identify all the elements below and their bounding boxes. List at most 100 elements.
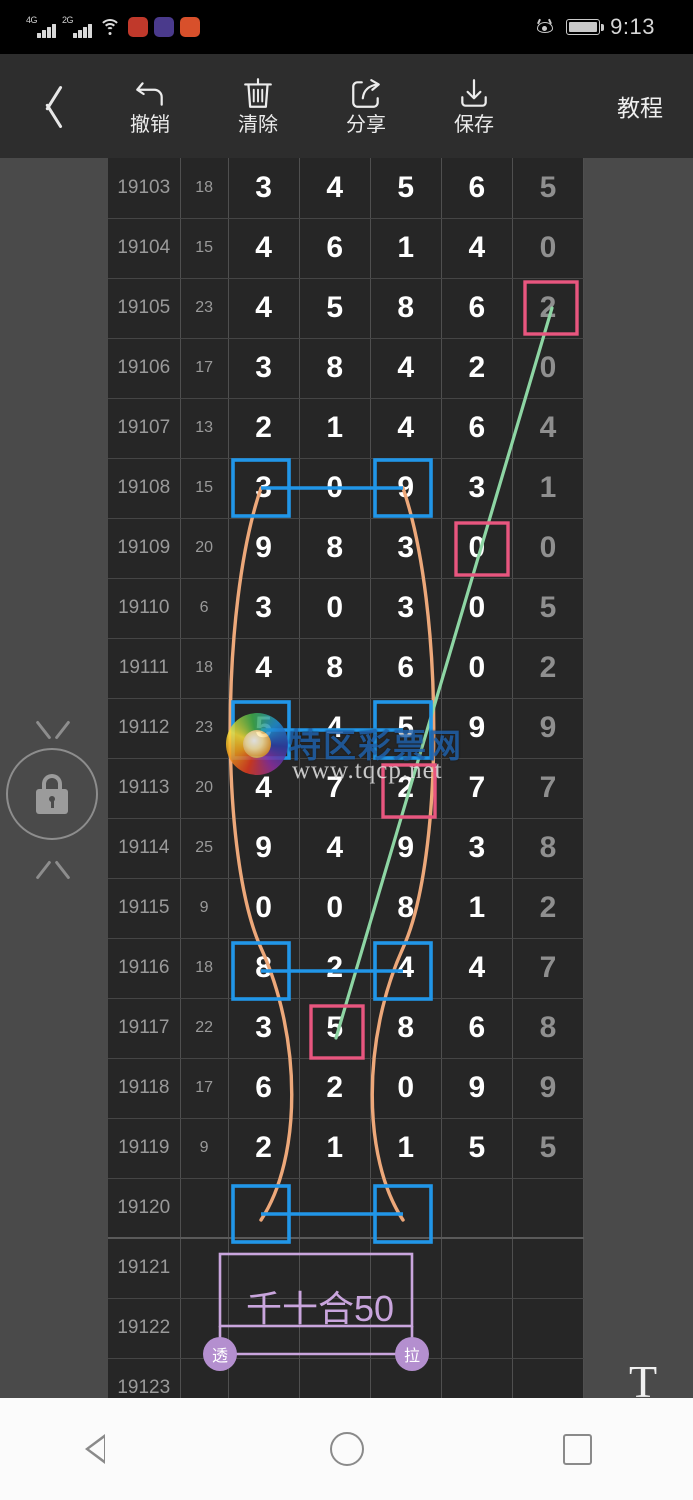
lock-button[interactable] — [6, 748, 98, 840]
table-row[interactable]: 19118 17 6 2 0 9 9 — [108, 1058, 584, 1119]
cell-digit[interactable]: 4 — [370, 398, 442, 459]
cell-digit[interactable]: 4 — [370, 938, 442, 999]
table-row[interactable]: 19115 9 0 0 8 1 2 — [108, 878, 584, 939]
cell-digit[interactable]: 6 — [228, 1058, 300, 1119]
cell-digit[interactable] — [441, 1358, 513, 1398]
cell-digit[interactable]: 7 — [441, 758, 513, 819]
cell-digit[interactable]: 0 — [299, 578, 371, 639]
cell-digit[interactable]: 8 — [299, 338, 371, 399]
table-row[interactable]: 19110 6 3 0 3 0 5 — [108, 578, 584, 639]
cell-digit[interactable]: 8 — [299, 518, 371, 579]
cell-digit[interactable]: 6 — [299, 218, 371, 279]
cell-digit-last[interactable]: 5 — [512, 158, 584, 219]
cell-digit[interactable]: 4 — [370, 338, 442, 399]
cell-digit-last[interactable]: 0 — [512, 218, 584, 279]
cell-digit[interactable]: 3 — [441, 818, 513, 879]
tutorial-button[interactable]: 教程 — [617, 89, 663, 123]
cell-digit-last[interactable]: 8 — [512, 818, 584, 879]
cell-digit[interactable]: 5 — [370, 158, 442, 219]
cell-digit[interactable]: 9 — [228, 818, 300, 879]
save-button[interactable]: 保存 — [420, 54, 528, 158]
cell-digit[interactable]: 8 — [299, 638, 371, 699]
undo-button[interactable]: 撤销 — [96, 54, 204, 158]
cell-digit[interactable]: 8 — [370, 878, 442, 939]
cell-digit-last[interactable]: 4 — [512, 398, 584, 459]
cell-digit[interactable]: 0 — [441, 578, 513, 639]
cell-digit[interactable] — [228, 1358, 300, 1398]
cell-digit[interactable]: 4 — [299, 698, 371, 759]
cell-digit[interactable]: 0 — [370, 1058, 442, 1119]
cell-digit[interactable]: 3 — [228, 158, 300, 219]
cell-digit[interactable]: 1 — [441, 878, 513, 939]
cell-digit-last[interactable] — [512, 1358, 584, 1398]
cell-digit[interactable]: 8 — [370, 278, 442, 339]
cell-digit-last[interactable] — [512, 1178, 584, 1239]
table-row[interactable]: 19103 18 3 4 5 6 5 — [108, 158, 584, 219]
cell-digit[interactable]: 9 — [370, 818, 442, 879]
cell-digit[interactable]: 2 — [299, 938, 371, 999]
nav-back-button[interactable] — [66, 1414, 166, 1484]
cell-digit[interactable]: 5 — [299, 998, 371, 1059]
cell-digit[interactable]: 3 — [228, 998, 300, 1059]
cell-digit[interactable]: 9 — [228, 518, 300, 579]
cell-digit[interactable]: 5 — [299, 278, 371, 339]
cell-digit[interactable]: 0 — [441, 518, 513, 579]
cell-digit[interactable]: 9 — [370, 458, 442, 519]
cell-digit[interactable]: 0 — [441, 638, 513, 699]
cell-digit[interactable] — [441, 1298, 513, 1359]
cell-digit-last[interactable] — [512, 1238, 584, 1299]
cell-digit[interactable]: 6 — [441, 398, 513, 459]
table-row[interactable]: 19113 20 4 7 2 7 7 — [108, 758, 584, 819]
lottery-grid[interactable]: 19103 18 3 4 5 6 5 19104 15 4 6 1 4 0 19105 23 4 5 8 6 2 1910… — [108, 158, 584, 1398]
table-row[interactable]: 19120 — [108, 1178, 584, 1239]
cell-digit[interactable]: 9 — [441, 698, 513, 759]
scroll-up-button[interactable] — [18, 710, 88, 740]
cell-digit[interactable]: 4 — [441, 938, 513, 999]
cell-digit-last[interactable]: 1 — [512, 458, 584, 519]
cell-digit[interactable]: 5 — [228, 698, 300, 759]
cell-digit[interactable]: 9 — [441, 1058, 513, 1119]
annotation-handle-left[interactable]: 透 — [203, 1337, 237, 1371]
cell-digit[interactable]: 4 — [299, 818, 371, 879]
cell-digit[interactable]: 4 — [228, 278, 300, 339]
cell-digit[interactable]: 2 — [228, 1118, 300, 1179]
cell-digit[interactable]: 1 — [299, 1118, 371, 1179]
cell-digit[interactable]: 3 — [370, 518, 442, 579]
scroll-down-button[interactable] — [18, 850, 88, 880]
table-row[interactable]: 19108 15 3 0 9 3 1 — [108, 458, 584, 519]
table-row[interactable]: 19119 9 2 1 1 5 5 — [108, 1118, 584, 1179]
cell-digit[interactable]: 3 — [228, 458, 300, 519]
table-row[interactable]: 19106 17 3 8 4 2 0 — [108, 338, 584, 399]
cell-digit[interactable] — [299, 1358, 371, 1398]
cell-digit[interactable]: 2 — [299, 1058, 371, 1119]
cell-digit[interactable]: 1 — [299, 398, 371, 459]
cell-digit[interactable]: 4 — [441, 218, 513, 279]
annotation-handle-right[interactable]: 拉 — [395, 1337, 429, 1371]
cell-digit[interactable]: 6 — [370, 638, 442, 699]
cell-digit[interactable]: 3 — [441, 458, 513, 519]
cell-digit[interactable] — [441, 1178, 513, 1239]
cell-digit[interactable] — [228, 1178, 300, 1239]
table-row[interactable]: 19123 — [108, 1358, 584, 1398]
cell-digit[interactable]: 8 — [370, 998, 442, 1059]
cell-digit-last[interactable]: 5 — [512, 578, 584, 639]
cell-digit[interactable] — [441, 1238, 513, 1299]
share-button[interactable]: 分享 — [312, 54, 420, 158]
table-row[interactable]: 19109 20 9 8 3 0 0 — [108, 518, 584, 579]
table-row[interactable]: 19107 13 2 1 4 6 4 — [108, 398, 584, 459]
cell-digit-last[interactable]: 2 — [512, 878, 584, 939]
cell-digit[interactable]: 1 — [370, 218, 442, 279]
cell-digit[interactable]: 2 — [441, 338, 513, 399]
cell-digit[interactable]: 0 — [299, 458, 371, 519]
cell-digit-last[interactable]: 0 — [512, 338, 584, 399]
cell-digit[interactable]: 3 — [228, 338, 300, 399]
cell-digit-last[interactable]: 0 — [512, 518, 584, 579]
cell-digit-last[interactable]: 7 — [512, 758, 584, 819]
cell-digit-last[interactable]: 8 — [512, 998, 584, 1059]
cell-digit[interactable] — [299, 1178, 371, 1239]
cell-digit-last[interactable]: 9 — [512, 1058, 584, 1119]
cell-digit[interactable]: 5 — [370, 698, 442, 759]
cell-digit[interactable] — [370, 1178, 442, 1239]
cell-digit[interactable]: 8 — [228, 938, 300, 999]
cell-digit[interactable]: 0 — [299, 878, 371, 939]
